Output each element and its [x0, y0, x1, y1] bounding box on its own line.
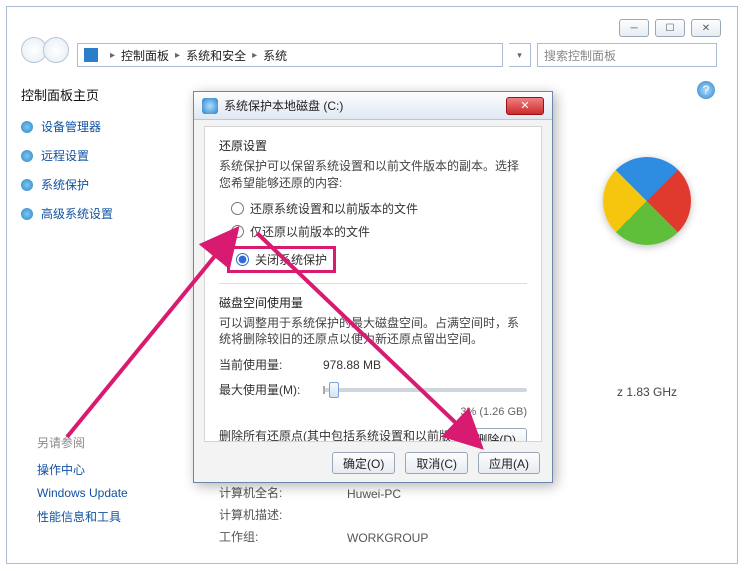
restore-group-title: 还原设置	[219, 137, 527, 154]
disk-group-title: 磁盘空间使用量	[219, 294, 527, 311]
see-also-windows-update[interactable]: Windows Update	[37, 486, 187, 500]
cpu-ghz: z 1.83 GHz	[597, 385, 697, 399]
breadcrumb-root[interactable]: 控制面板	[121, 47, 169, 64]
radio-label: 仅还原以前版本的文件	[250, 223, 370, 240]
radio-label: 关闭系统保护	[255, 251, 327, 268]
radio-restore-files[interactable]: 仅还原以前版本的文件	[231, 223, 527, 240]
close-button[interactable]: ✕	[691, 19, 721, 37]
breadcrumb[interactable]: ▸ 控制面板 ▸ 系统和安全 ▸ 系统	[77, 43, 503, 67]
computer-name-label: 计算机全名:	[219, 484, 339, 501]
current-usage-value: 978.88 MB	[323, 358, 381, 372]
computer-name-value: Huwei-PC	[347, 487, 401, 501]
system-window: ─ ☐ ✕ ▸ 控制面板 ▸ 系统和安全 ▸ 系统 ▾ 搜索控制面板 ? 控制面…	[6, 6, 738, 564]
dialog-close-button[interactable]: ✕	[506, 97, 544, 115]
sidebar-item-advanced[interactable]: 高级系统设置	[21, 205, 181, 222]
radio-label: 还原系统设置和以前版本的文件	[250, 200, 418, 217]
windows-logo-icon	[603, 157, 691, 245]
computer-desc-label: 计算机描述:	[219, 506, 339, 523]
sidebar-item-device-manager[interactable]: 设备管理器	[21, 118, 181, 135]
workgroup-label: 工作组:	[219, 528, 339, 545]
shield-icon	[21, 150, 33, 162]
delete-desc: 删除所有还原点(其中包括系统设置和以前版本的文件)。	[219, 428, 454, 442]
minimize-button[interactable]: ─	[619, 19, 649, 37]
apply-button[interactable]: 应用(A)	[478, 452, 540, 474]
help-icon[interactable]: ?	[697, 81, 715, 99]
max-usage-slider[interactable]	[323, 388, 527, 392]
restore-group-desc: 系统保护可以保留系统设置和以前文件版本的副本。选择您希望能够还原的内容:	[219, 158, 527, 192]
system-protection-dialog: 系统保护本地磁盘 (C:) ✕ 还原设置 系统保护可以保留系统设置和以前文件版本…	[193, 91, 553, 483]
ok-button[interactable]: 确定(O)	[332, 452, 395, 474]
disk-group-desc: 可以调整用于系统保护的最大磁盘空间。占满空间时，系统将删除较旧的还原点以便为新还…	[219, 315, 527, 349]
max-usage-label: 最大使用量(M):	[219, 381, 307, 398]
sidebar-item-system-protection[interactable]: 系统保护	[21, 176, 181, 193]
radio-restore-all[interactable]: 还原系统设置和以前版本的文件	[231, 200, 527, 217]
usage-percent: 3% (1.26 GB)	[219, 406, 527, 418]
cancel-button[interactable]: 取消(C)	[405, 452, 468, 474]
sidebar-item-remote[interactable]: 远程设置	[21, 147, 181, 164]
radio-turn-off[interactable]: 关闭系统保护	[236, 251, 327, 268]
sidebar-item-label: 远程设置	[41, 147, 89, 164]
current-usage-label: 当前使用量:	[219, 356, 307, 373]
search-input[interactable]: 搜索控制面板	[537, 43, 717, 67]
delete-button[interactable]: 删除(D)	[464, 428, 527, 442]
sidebar-title: 控制面板主页	[21, 85, 181, 104]
see-also-title: 另请参阅	[37, 434, 187, 451]
shield-icon	[21, 208, 33, 220]
dialog-icon	[202, 98, 218, 114]
sidebar-item-label: 设备管理器	[41, 118, 101, 135]
sidebar-item-label: 高级系统设置	[41, 205, 113, 222]
breadcrumb-l3[interactable]: 系统	[263, 47, 287, 64]
control-panel-icon	[84, 48, 98, 62]
see-also-performance[interactable]: 性能信息和工具	[37, 508, 187, 525]
maximize-button[interactable]: ☐	[655, 19, 685, 37]
nav-back-forward[interactable]	[21, 37, 65, 63]
highlight-box: 关闭系统保护	[227, 246, 336, 273]
breadcrumb-l2[interactable]: 系统和安全	[186, 47, 246, 64]
shield-icon	[21, 179, 33, 191]
breadcrumb-dropdown[interactable]: ▾	[509, 43, 531, 67]
workgroup-value: WORKGROUP	[347, 531, 428, 545]
sidebar-item-label: 系统保护	[41, 176, 89, 193]
shield-icon	[21, 121, 33, 133]
see-also-action-center[interactable]: 操作中心	[37, 461, 187, 478]
dialog-title: 系统保护本地磁盘 (C:)	[224, 97, 343, 114]
